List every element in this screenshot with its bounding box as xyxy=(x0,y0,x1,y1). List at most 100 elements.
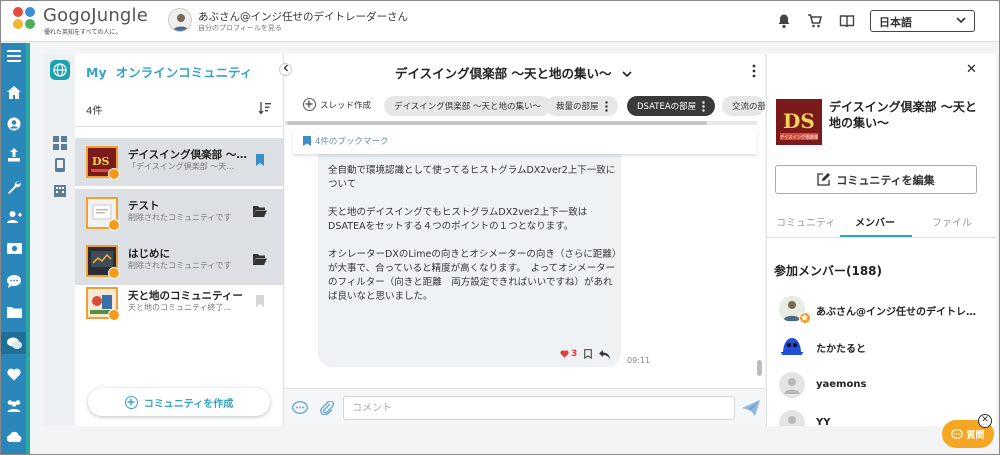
edit-community-button[interactable]: コミュニティを編集 xyxy=(775,165,977,194)
create-thread-button[interactable]: スレッド作成 xyxy=(303,98,371,111)
reply-icon[interactable] xyxy=(599,349,611,359)
message-scrollbar[interactable] xyxy=(757,360,762,376)
tab-label: デイスイング倶楽部 ～天と地の集い～ xyxy=(394,102,541,112)
community-detail-name: デイスイング倶楽部 ～天と地の集い～ xyxy=(829,100,977,130)
like-count: 3 xyxy=(571,349,578,359)
rail-folder[interactable] xyxy=(1,301,27,323)
tabs-scrollbar[interactable] xyxy=(285,121,757,125)
tabs-scrollbar-thumb[interactable] xyxy=(287,121,707,125)
tab-dsatea-room[interactable]: DSATEAの部屋 xyxy=(627,96,716,116)
rail-messages[interactable] xyxy=(1,332,27,354)
lock-icon xyxy=(108,309,120,321)
bookmark-outline-icon[interactable] xyxy=(584,349,593,359)
rail-home[interactable] xyxy=(1,81,27,103)
language-value: 日本語 xyxy=(879,16,912,29)
bookmark-icon[interactable] xyxy=(253,294,267,308)
rail-menu[interactable] xyxy=(1,45,27,67)
rail-group[interactable] xyxy=(1,394,27,416)
rail-chat[interactable] xyxy=(1,270,27,292)
brand-logo[interactable]: GogoJungle 優れた英知をすべての人に。 xyxy=(13,5,163,38)
community-name: はじめに xyxy=(128,248,170,260)
send-icon[interactable] xyxy=(742,400,760,416)
rail-upload[interactable] xyxy=(1,144,27,166)
chat-title[interactable]: デイスイング倶楽部 ～天と地の集い～ xyxy=(395,63,632,82)
my-label: My xyxy=(86,65,107,80)
member-name: たかたると xyxy=(816,344,866,355)
message-paragraph: 天と地のデイスイングでもヒストグラムDX2ver2上下一致はDSATEAをセット… xyxy=(328,207,588,232)
collapse-left-button[interactable] xyxy=(279,63,292,76)
tab-exchange-room[interactable]: 交流の部 xyxy=(722,96,765,116)
kebab-menu-icon[interactable] xyxy=(752,64,756,78)
book-icon[interactable] xyxy=(839,13,855,29)
attachment-icon[interactable] xyxy=(319,401,335,415)
rail-tools[interactable] xyxy=(1,176,27,198)
lock-icon xyxy=(108,219,120,231)
tab-label: DSATEAの部屋 xyxy=(637,102,697,112)
close-icon[interactable]: ✕ xyxy=(966,63,978,76)
community-item-tenchi[interactable]: 天と地のコミュニティー 天と地のコミュニティ終了… xyxy=(75,279,284,327)
close-help-icon[interactable]: ✕ xyxy=(978,414,992,428)
rail-money[interactable] xyxy=(1,237,27,259)
member-row[interactable]: あぶさん@インジ任せのデイトレ… xyxy=(775,296,985,326)
rail-profile[interactable] xyxy=(1,113,27,135)
thumbnail-logo-text: DS xyxy=(783,109,815,133)
avatar xyxy=(168,8,192,32)
member-row[interactable]: たかたると xyxy=(775,333,985,363)
active-tab-indicator xyxy=(840,235,912,237)
bookmark-icon[interactable] xyxy=(253,153,267,167)
logo-mark-icon xyxy=(13,7,39,33)
folder-open-icon[interactable] xyxy=(253,204,267,218)
messages-icon xyxy=(6,337,22,349)
language-select[interactable]: 日本語 xyxy=(870,10,975,32)
community-item-intro[interactable]: はじめに 削除されたコミュニティです xyxy=(75,237,284,285)
community-name: テスト xyxy=(128,200,160,212)
nav-scrollbar[interactable] xyxy=(26,43,30,454)
question-chat-icon xyxy=(951,428,964,439)
emoji-chat-icon[interactable] xyxy=(292,401,308,415)
profile-link[interactable]: あぶさん@インジ任せのデイトレーダーさん 自分のプロフィールを見る xyxy=(168,7,408,35)
community-latest: 削除されたコミュニティです xyxy=(128,213,232,222)
brand-tagline: 優れた英知をすべての人に。 xyxy=(44,29,122,36)
tab-members[interactable]: メンバー xyxy=(855,214,895,229)
community-item-dayswing[interactable]: DS デイスイング倶楽部 ～… 「デイスイング倶楽部 ～天… xyxy=(75,138,284,186)
bell-icon[interactable] xyxy=(776,13,792,29)
community-name: デイスイング倶楽部 ～… xyxy=(128,149,247,161)
community-list-heading: オンラインコミュニティ xyxy=(115,65,253,80)
member-name: YY xyxy=(816,417,831,426)
chevron-down-icon xyxy=(956,17,966,24)
comment-input[interactable] xyxy=(343,396,735,420)
plus-circle-icon xyxy=(124,395,138,409)
avatar xyxy=(779,372,805,398)
folder-open-icon[interactable] xyxy=(253,252,267,266)
community-item-test[interactable]: テスト 削除されたコミュニティです xyxy=(75,189,284,237)
tab-community[interactable]: コミュニティ xyxy=(776,214,835,229)
tab-menu-icon[interactable] xyxy=(702,100,705,112)
cart-icon[interactable] xyxy=(807,13,823,29)
create-community-button[interactable]: コミュニティを作成 xyxy=(88,388,270,416)
rail-add-user[interactable] xyxy=(1,206,27,228)
sort-icon[interactable] xyxy=(258,101,272,115)
lock-icon xyxy=(108,267,120,279)
avatar xyxy=(779,410,805,426)
tab-discretion-room[interactable]: 裁量の部屋 xyxy=(546,96,618,116)
like-button[interactable]: 3 xyxy=(560,349,577,359)
tab-menu-icon[interactable] xyxy=(604,100,608,112)
message-reactions: 3 xyxy=(560,349,611,359)
tab-community-main[interactable]: デイスイング倶楽部 ～天と地の集い～ xyxy=(384,96,551,116)
chevron-down-icon xyxy=(622,71,632,78)
building-icon[interactable] xyxy=(53,183,67,197)
member-row[interactable]: yaemons xyxy=(775,372,985,402)
tab-label: 裁量の部屋 xyxy=(556,102,599,112)
grid-view-icon[interactable] xyxy=(53,136,67,150)
bookmark-count: 4件のブックマーク xyxy=(315,137,389,147)
globe-icon[interactable] xyxy=(50,60,70,80)
folder-icon xyxy=(6,307,22,318)
bookmark-bar[interactable]: 4件のブックマーク xyxy=(293,128,757,154)
phone-list-icon[interactable] xyxy=(53,158,67,172)
rail-favorites[interactable] xyxy=(1,363,27,385)
rail-cloud[interactable] xyxy=(1,425,27,447)
members-heading: 参加メンバー(188) xyxy=(774,264,883,278)
profile-link-label: 自分のプロフィールを見る xyxy=(198,24,282,32)
chat-title-label: デイスイング倶楽部 ～天と地の集い～ xyxy=(395,66,612,81)
tab-files[interactable]: ファイル xyxy=(932,214,972,229)
